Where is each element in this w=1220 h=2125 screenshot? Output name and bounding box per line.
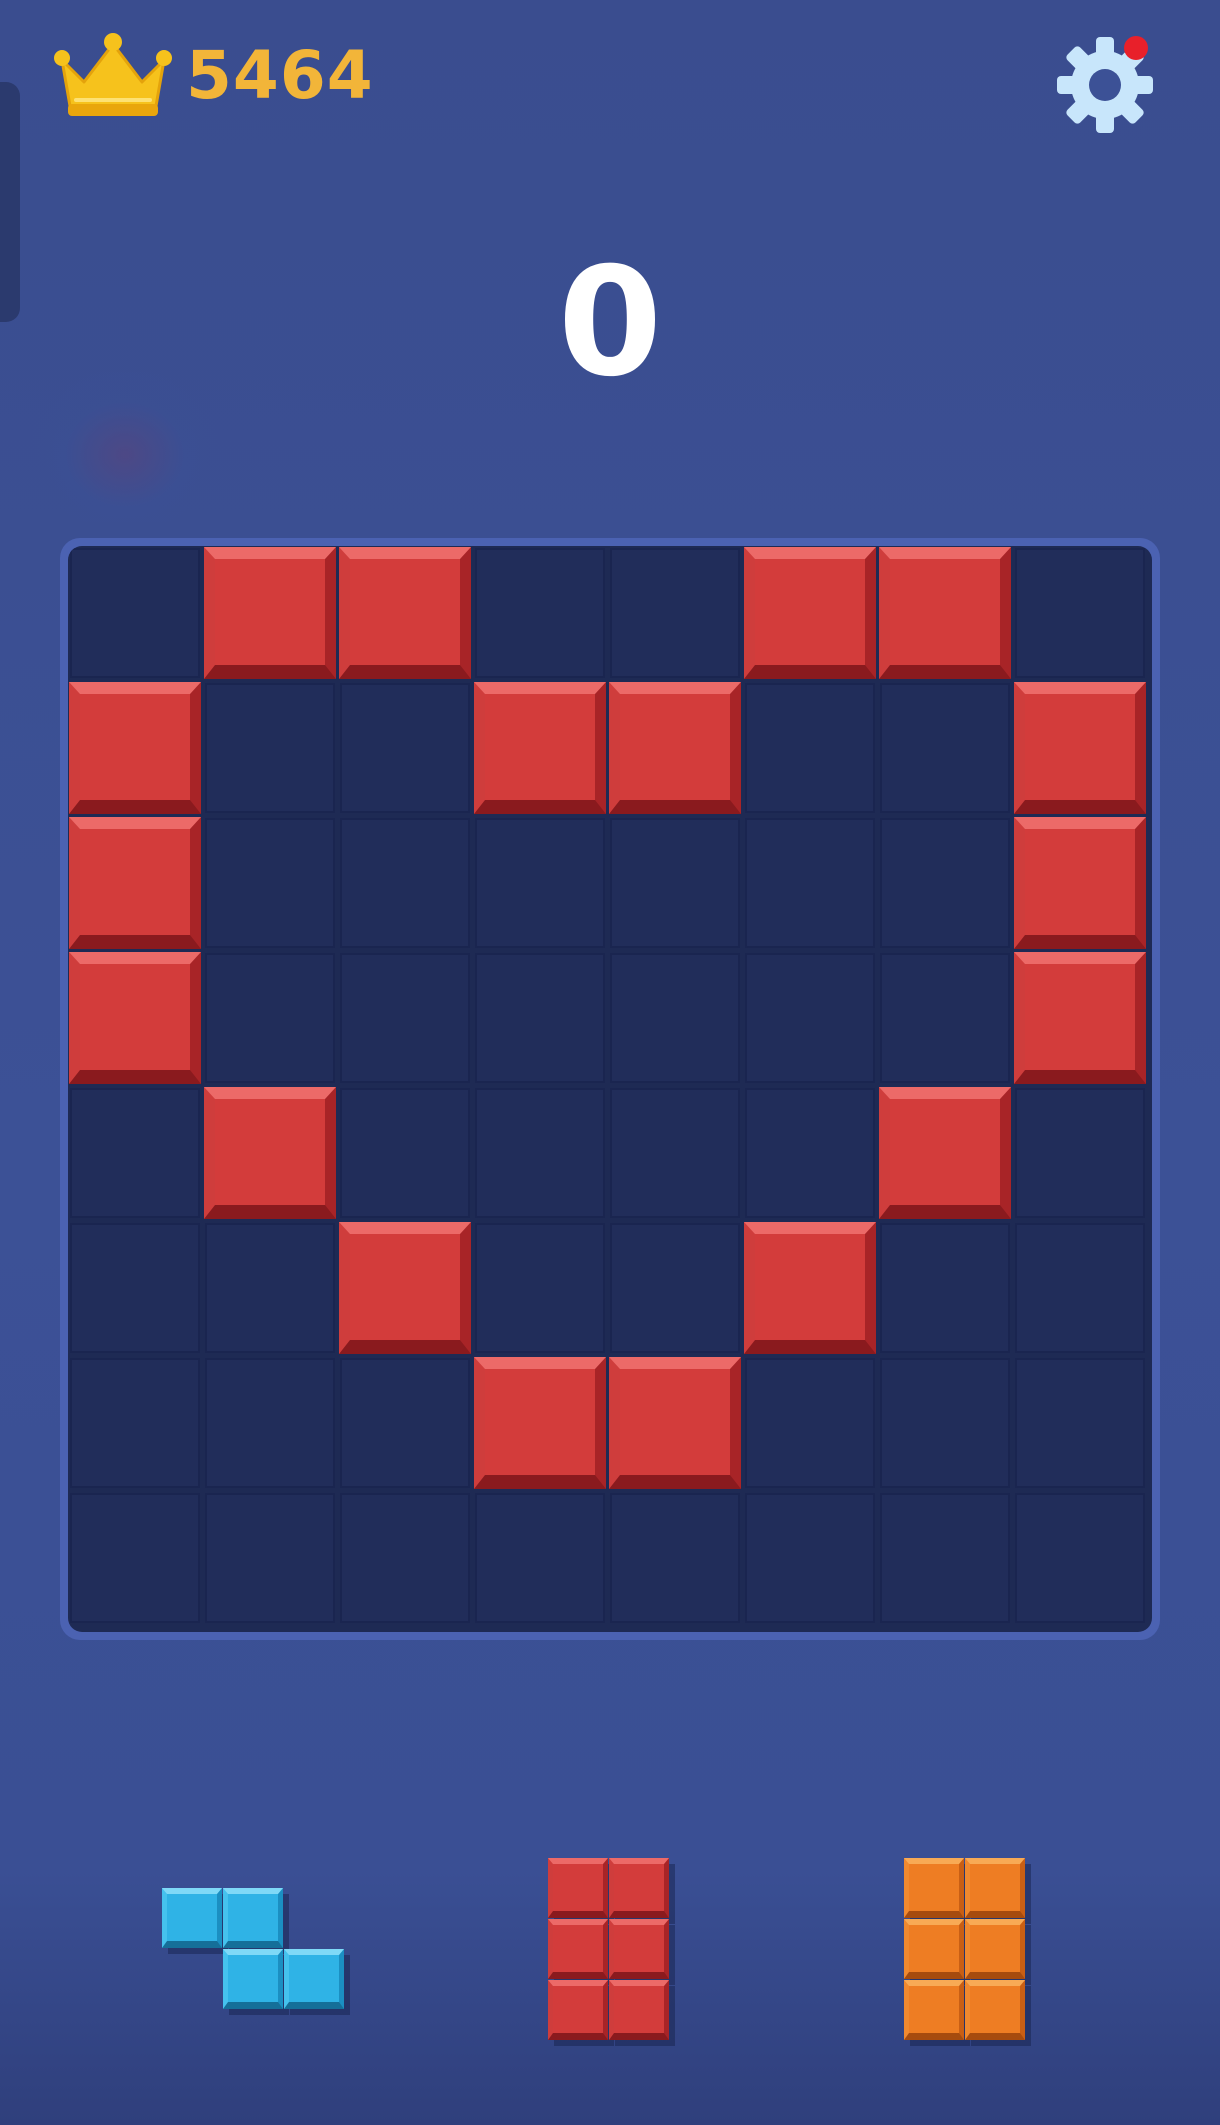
piece-block xyxy=(548,1919,608,1979)
filled-block xyxy=(609,682,741,814)
board-cell[interactable] xyxy=(745,953,875,1083)
filled-block xyxy=(69,682,201,814)
best-score: 5464 xyxy=(186,37,374,114)
board-cell[interactable] xyxy=(70,1088,200,1218)
board-cell[interactable] xyxy=(475,818,605,948)
board-cell[interactable] xyxy=(340,1358,470,1488)
piece-red-2x3[interactable] xyxy=(548,1858,670,2041)
piece-block xyxy=(904,1980,964,2040)
board-cell[interactable] xyxy=(880,818,1010,948)
board-cell[interactable] xyxy=(340,953,470,1083)
board-cell[interactable] xyxy=(880,1493,1010,1623)
piece-block xyxy=(965,1980,1025,2040)
piece-block xyxy=(965,1919,1025,1979)
piece-block xyxy=(548,1980,608,2040)
filled-block xyxy=(204,1087,336,1219)
filled-block xyxy=(879,1087,1011,1219)
board-cell[interactable] xyxy=(70,1493,200,1623)
board-cell[interactable] xyxy=(475,1223,605,1353)
board-cell[interactable] xyxy=(205,1223,335,1353)
board-cell[interactable] xyxy=(340,1493,470,1623)
piece-block xyxy=(284,1949,344,2009)
filled-block xyxy=(474,1357,606,1489)
board-cell[interactable] xyxy=(205,1358,335,1488)
piece-block xyxy=(904,1919,964,1979)
gear-icon xyxy=(1057,36,1153,133)
board-cell[interactable] xyxy=(610,818,740,948)
board-cell[interactable] xyxy=(745,1358,875,1488)
board-cell[interactable] xyxy=(745,818,875,948)
board-cell[interactable] xyxy=(340,683,470,813)
board-cell[interactable] xyxy=(475,1493,605,1623)
filled-block xyxy=(474,682,606,814)
settings-button[interactable] xyxy=(1050,28,1160,138)
filled-block xyxy=(69,952,201,1084)
current-score: 0 xyxy=(557,236,663,410)
filled-block xyxy=(879,547,1011,679)
board-cell[interactable] xyxy=(745,1493,875,1623)
filled-block xyxy=(1014,817,1146,949)
filled-block xyxy=(339,1222,471,1354)
board-cell[interactable] xyxy=(610,548,740,678)
filled-block xyxy=(609,1357,741,1489)
board-cell[interactable] xyxy=(880,953,1010,1083)
crown-icon xyxy=(52,30,174,120)
board-cell[interactable] xyxy=(475,953,605,1083)
board-cell[interactable] xyxy=(70,1358,200,1488)
board-cell[interactable] xyxy=(610,1493,740,1623)
board-cell[interactable] xyxy=(70,1223,200,1353)
filled-block xyxy=(744,1222,876,1354)
board-cell[interactable] xyxy=(745,1088,875,1218)
board-cell[interactable] xyxy=(1015,548,1145,678)
board-cell[interactable] xyxy=(610,953,740,1083)
piece-block xyxy=(548,1858,608,1918)
filled-block xyxy=(1014,682,1146,814)
notification-dot xyxy=(1124,36,1148,60)
board-cell[interactable] xyxy=(1015,1493,1145,1623)
board-cell[interactable] xyxy=(745,683,875,813)
board-cell[interactable] xyxy=(205,818,335,948)
board-cell[interactable] xyxy=(880,1358,1010,1488)
board-cell[interactable] xyxy=(340,818,470,948)
board-cell[interactable] xyxy=(475,548,605,678)
piece-block xyxy=(223,1949,283,2009)
piece-block xyxy=(904,1858,964,1918)
game-board[interactable] xyxy=(68,546,1152,1632)
filled-block xyxy=(1014,952,1146,1084)
piece-tray xyxy=(0,1800,1220,2080)
board-cell[interactable] xyxy=(1015,1088,1145,1218)
piece-block xyxy=(223,1888,283,1948)
piece-block xyxy=(609,1858,669,1918)
filled-block xyxy=(69,817,201,949)
piece-block xyxy=(609,1980,669,2040)
filled-block xyxy=(339,547,471,679)
board-cell[interactable] xyxy=(610,1088,740,1218)
board-cell[interactable] xyxy=(880,683,1010,813)
board-cell[interactable] xyxy=(340,1088,470,1218)
filled-block xyxy=(744,547,876,679)
piece-block xyxy=(609,1919,669,1979)
piece-blue-z[interactable] xyxy=(162,1888,345,2010)
board-cell[interactable] xyxy=(1015,1358,1145,1488)
filled-block xyxy=(204,547,336,679)
board-cell[interactable] xyxy=(205,1493,335,1623)
piece-orange-2x3[interactable] xyxy=(904,1858,1026,2041)
board-cell[interactable] xyxy=(70,548,200,678)
board-cell[interactable] xyxy=(880,1223,1010,1353)
piece-block xyxy=(162,1888,222,1948)
piece-block xyxy=(965,1858,1025,1918)
board-cell[interactable] xyxy=(205,953,335,1083)
board-cell[interactable] xyxy=(475,1088,605,1218)
board-cell[interactable] xyxy=(610,1223,740,1353)
top-bar: 5464 xyxy=(0,0,1220,160)
board-cell[interactable] xyxy=(1015,1223,1145,1353)
board-cell[interactable] xyxy=(205,683,335,813)
